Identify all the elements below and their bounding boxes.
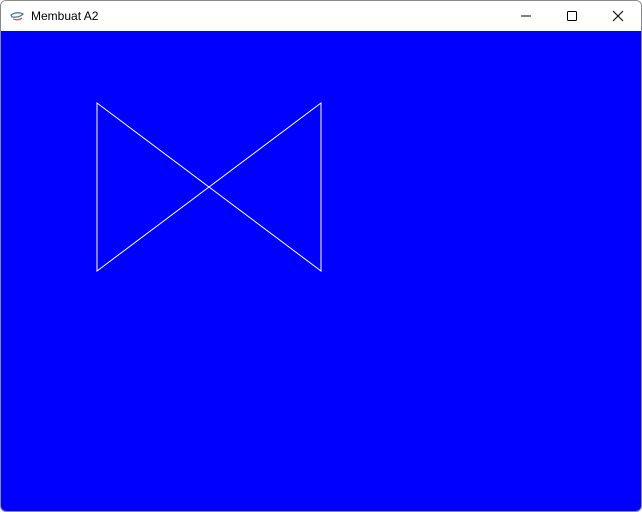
minimize-button[interactable] — [503, 1, 549, 31]
drawing-canvas[interactable] — [1, 31, 641, 511]
maximize-button[interactable] — [549, 1, 595, 31]
minimize-icon — [520, 10, 532, 22]
close-button[interactable] — [595, 1, 641, 31]
close-icon — [612, 10, 624, 22]
title-bar[interactable]: Membuat A2 — [1, 1, 641, 31]
java-cup-icon — [9, 9, 25, 23]
bowtie-shape — [96, 102, 322, 272]
app-window: Membuat A2 — [0, 0, 642, 512]
bowtie-drawing — [96, 102, 322, 272]
window-title: Membuat A2 — [31, 9, 99, 23]
maximize-icon — [566, 10, 578, 22]
